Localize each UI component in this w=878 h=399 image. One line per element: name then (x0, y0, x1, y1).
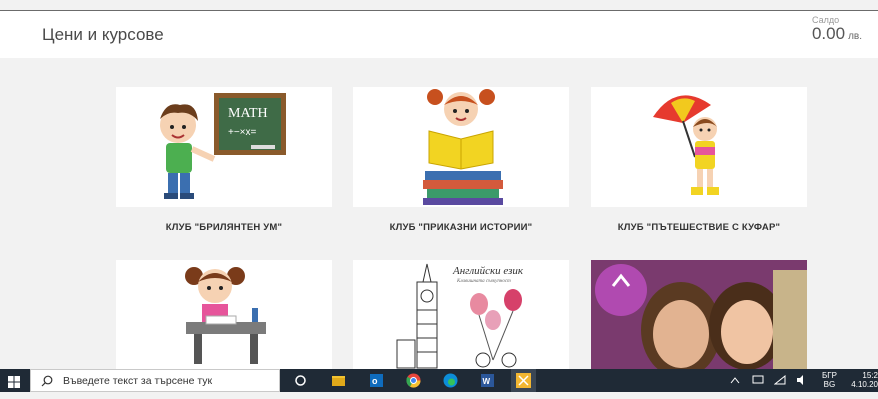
language-indicator[interactable]: БГР BG (822, 371, 837, 394)
word-icon[interactable]: W (480, 373, 495, 388)
course-card-4[interactable] (116, 260, 332, 369)
girl-reading-books-icon (353, 87, 569, 207)
balance-value: 0.00 лв. (812, 25, 862, 46)
chrome-icon[interactable] (406, 373, 421, 388)
balance-box: Салдо 0.00 лв. (812, 15, 862, 46)
network-icon[interactable] (752, 375, 764, 398)
course-grid: MATH +−×x= КЛУБ "БРИЛЯНТЕН УМ" КЛУБ "ПРИ… (0, 58, 878, 369)
big-ben-english-icon: Английски език Клавишната съвкупност (353, 260, 569, 369)
balance-currency: лв. (848, 31, 862, 42)
svg-text:+−×x=: +−×x= (228, 127, 257, 138)
taskbar-search-box[interactable]: Въведете текст за търсене тук (30, 369, 280, 392)
search-icon (41, 375, 53, 387)
course-card-6[interactable] (591, 260, 807, 369)
course-card-stories[interactable] (353, 87, 569, 207)
course-card-title[interactable]: КЛУБ "БРИЛЯНТЕН УМ" (116, 222, 332, 233)
svg-text:MATH: MATH (228, 106, 268, 121)
windows-start-icon[interactable] (8, 375, 20, 388)
svg-text:o: o (372, 376, 378, 386)
math-boy-chalkboard-icon: MATH +−×x= (116, 87, 332, 207)
volume-icon[interactable] (796, 375, 808, 398)
course-card-brilliant-mind[interactable]: MATH +−×x= (116, 87, 332, 207)
svg-text:W: W (483, 377, 491, 386)
task-view-icon[interactable] (293, 373, 308, 388)
file-explorer-icon[interactable] (331, 373, 346, 388)
chevron-up-icon[interactable] (730, 376, 740, 399)
page-title: Цени и курсове (42, 25, 164, 44)
active-app-highlight[interactable] (511, 369, 536, 392)
course-card-5[interactable]: Английски език Клавишната съвкупност (353, 260, 569, 369)
language-bottom: BG (823, 380, 836, 389)
clock-time: 15:2 (862, 371, 878, 380)
girl-umbrella-icon (591, 87, 807, 207)
app-icon (516, 373, 531, 388)
taskbar-search-placeholder: Въведете текст за търсене тук (63, 375, 213, 387)
edge-icon[interactable] (443, 373, 458, 388)
language-top: БГР (822, 371, 837, 380)
girl-studying-desk-icon (116, 260, 332, 369)
english-overlay-subtext: Клавишната съвкупност (456, 279, 511, 284)
balance-amount: 0.00 (811, 24, 846, 43)
outlook-icon[interactable]: o (369, 373, 384, 388)
two-girls-photo-icon (591, 260, 807, 369)
english-overlay-text: Английски език (452, 265, 524, 277)
course-card-suitcase-travel[interactable] (591, 87, 807, 207)
clock-date: 4.10.20 (851, 380, 878, 389)
clock[interactable]: 15:2 4.10.20 (848, 371, 878, 394)
page-header: Цени и курсове Салдо 0.00 лв. (0, 11, 878, 58)
windows-taskbar: Въведете текст за търсене тук o W БГР BG… (0, 369, 878, 392)
course-card-title[interactable]: КЛУБ "ПРИКАЗНИ ИСТОРИИ" (353, 222, 569, 233)
course-card-title[interactable]: КЛУБ "ПЪТЕШЕСТВИЕ С КУФАР" (591, 222, 807, 233)
wifi-icon[interactable] (773, 374, 786, 398)
